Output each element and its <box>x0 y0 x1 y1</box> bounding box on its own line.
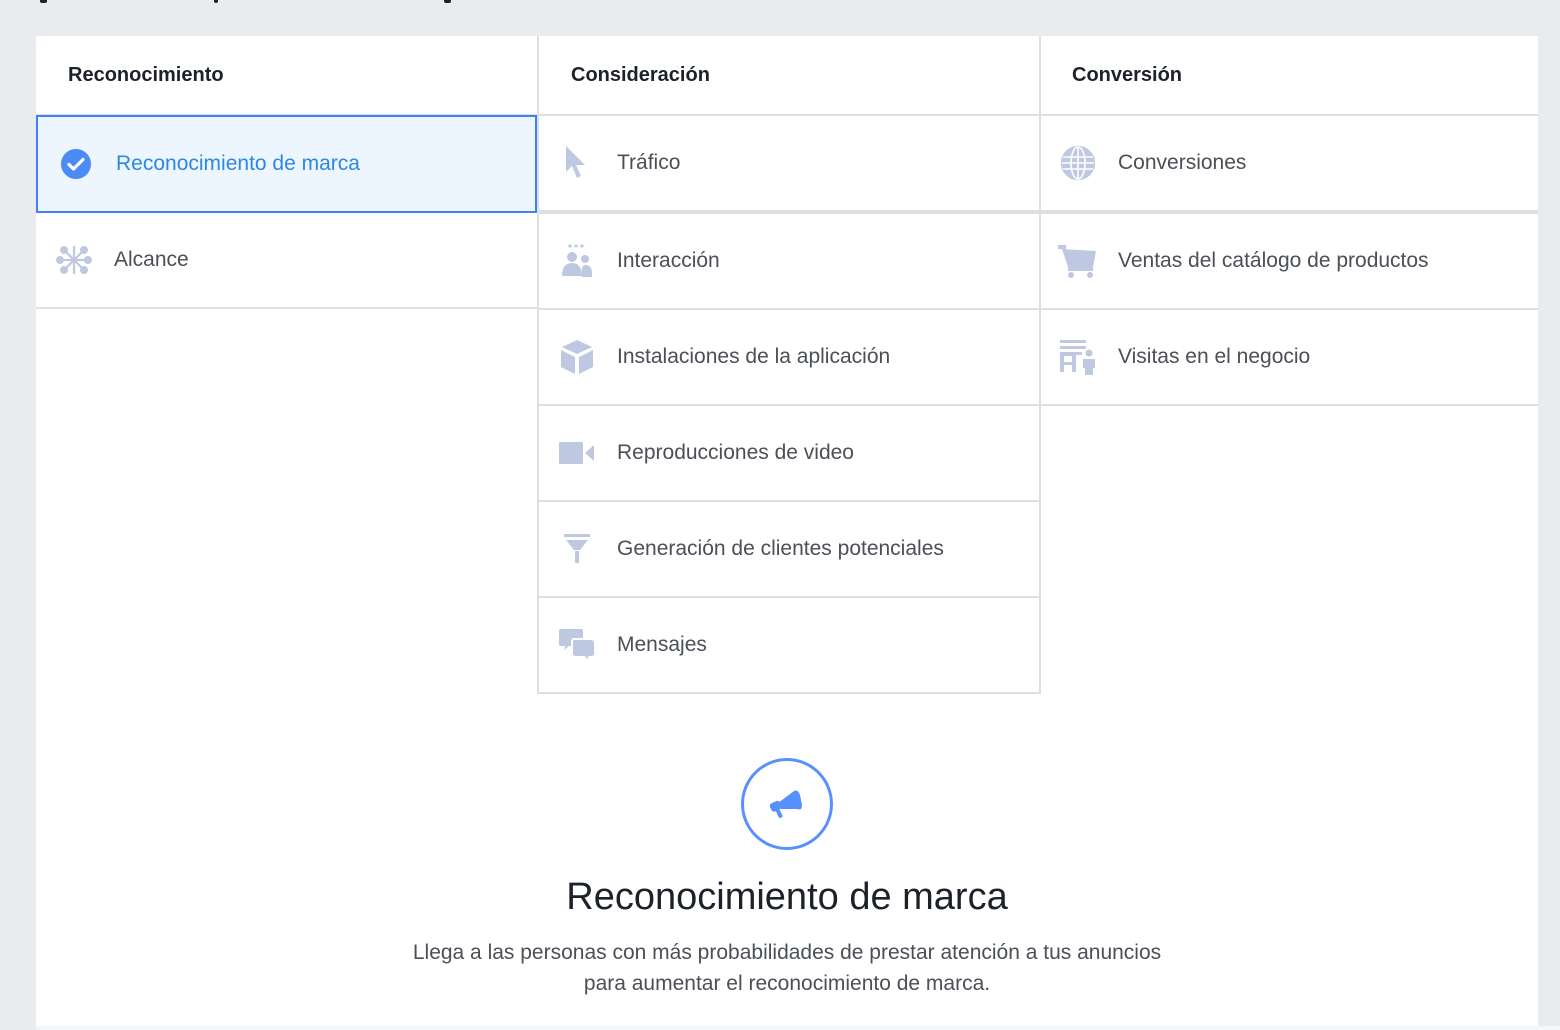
megaphone-icon <box>764 779 810 830</box>
objective-messages[interactable]: Mensajes <box>539 598 1039 694</box>
column-heading: Conversión <box>1040 36 1538 116</box>
column-heading: Consideración <box>539 36 1039 116</box>
objective-panel: Reconocimiento Reconocimiento de marca A… <box>36 36 1538 1026</box>
objective-label: Alcance <box>114 248 189 271</box>
cursor-icon <box>557 143 597 183</box>
objective-label: Visitas en el negocio <box>1118 345 1311 368</box>
cropped-text-fragment <box>214 0 218 3</box>
store-visit-icon <box>1058 337 1098 377</box>
detail-description: Llega a las personas con más probabilida… <box>412 941 1162 995</box>
objective-label: Ventas del catálogo de productos <box>1118 249 1429 272</box>
objective-store-visits[interactable]: Visitas en el negocio <box>1040 310 1538 406</box>
cube-icon <box>557 337 597 377</box>
objective-engagement[interactable]: Interacción <box>539 214 1039 310</box>
objective-label: Reproducciones de video <box>617 441 854 464</box>
objective-reach[interactable]: Alcance <box>36 213 537 309</box>
objective-label: Instalaciones de la aplicación <box>617 345 891 368</box>
objective-label: Generación de clientes potenciales <box>617 537 944 560</box>
shopping-cart-icon <box>1058 241 1098 281</box>
network-icon <box>54 240 94 280</box>
cropped-text-fragment <box>40 0 47 3</box>
objective-catalog-sales[interactable]: Ventas del catálogo de productos <box>1040 214 1538 310</box>
column-heading: Reconocimiento <box>36 36 537 116</box>
objective-label: Conversiones <box>1118 151 1247 174</box>
column-conversion: Conversión Conversiones Ventas del catál… <box>1040 36 1538 406</box>
chat-bubbles-icon <box>557 625 597 665</box>
objective-brand-awareness[interactable]: Reconocimiento de marca <box>36 115 537 213</box>
column-consideration: Consideración Tráfico Interacción Instal… <box>537 36 1041 694</box>
objective-traffic[interactable]: Tráfico <box>539 116 1039 214</box>
detail-title: Reconocimiento de marca <box>566 876 1008 918</box>
objective-label: Mensajes <box>617 633 707 656</box>
column-awareness: Reconocimiento Reconocimiento de marca A… <box>36 36 537 309</box>
objective-conversions[interactable]: Conversiones <box>1040 116 1538 214</box>
bottom-edge <box>36 1026 1560 1030</box>
globe-icon <box>1058 143 1098 183</box>
objective-lead-generation[interactable]: Generación de clientes potenciales <box>539 502 1039 598</box>
objective-detail: Reconocimiento de marca Llega a las pers… <box>36 758 1538 999</box>
funnel-icon <box>557 529 597 569</box>
objective-grid: Reconocimiento Reconocimiento de marca A… <box>36 36 1538 706</box>
people-icon <box>557 241 597 281</box>
objective-app-installs[interactable]: Instalaciones de la aplicación <box>539 310 1039 406</box>
video-camera-icon <box>557 433 597 473</box>
objective-label: Tráfico <box>617 151 681 174</box>
cropped-text-fragment <box>444 0 451 3</box>
megaphone-badge <box>741 758 833 850</box>
objective-video-views[interactable]: Reproducciones de video <box>539 406 1039 502</box>
check-circle-icon <box>56 144 96 184</box>
objective-label: Reconocimiento de marca <box>116 152 360 175</box>
objective-label: Interacción <box>617 249 720 272</box>
